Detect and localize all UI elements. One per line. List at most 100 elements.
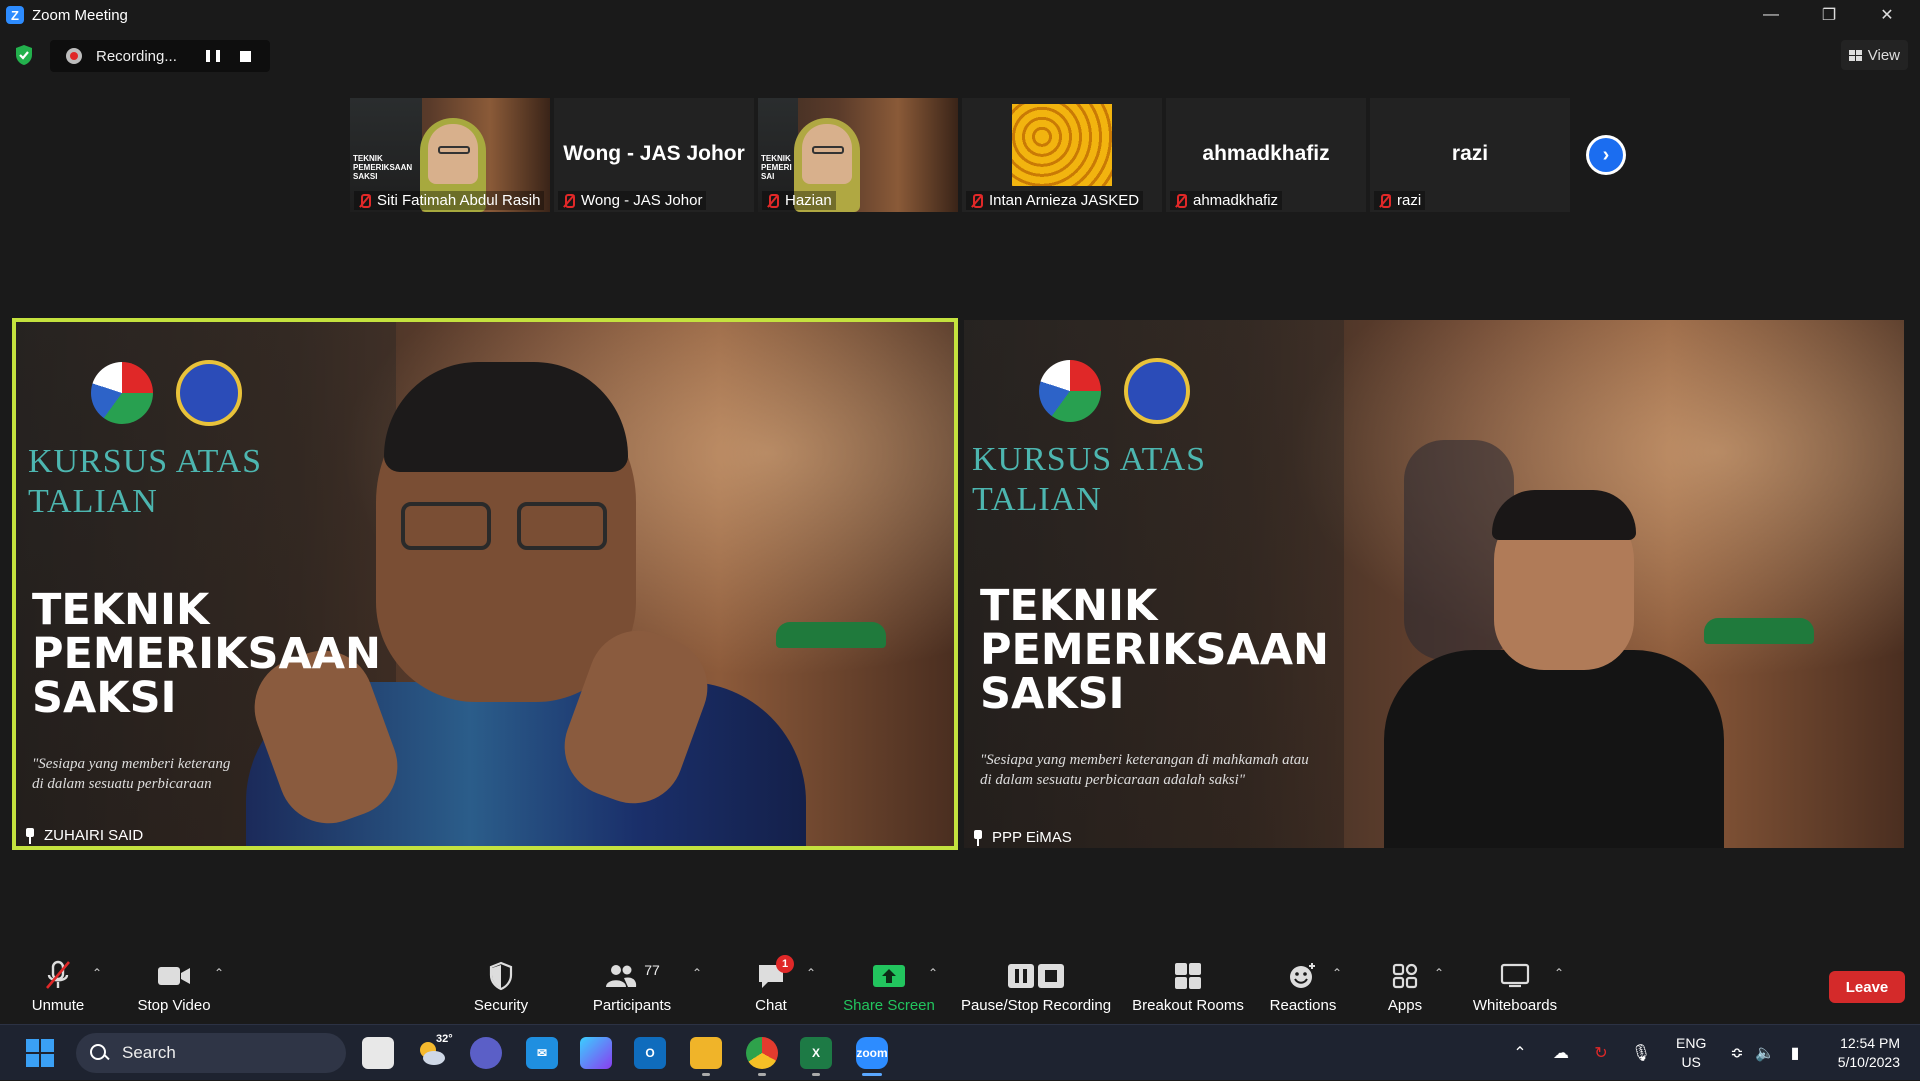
participant-name-label: Hazian xyxy=(762,191,836,210)
mic-muted-icon xyxy=(968,193,984,209)
window-title: Zoom Meeting xyxy=(32,6,128,24)
next-page-button[interactable]: › xyxy=(1586,135,1626,175)
excel-icon[interactable]: X xyxy=(800,1037,832,1069)
apps-button[interactable]: Apps xyxy=(1384,952,1426,1016)
mic-muted-icon xyxy=(560,193,576,209)
folder-icon[interactable] xyxy=(690,1037,722,1069)
participant-tile[interactable]: ahmadkhafiz ahmadkhafiz xyxy=(1166,98,1366,212)
chat-button[interactable]: 1 Chat xyxy=(748,952,794,1016)
volume-icon[interactable]: 🔈 xyxy=(1752,1025,1778,1081)
whiteboards-button[interactable]: Whiteboards xyxy=(1470,952,1560,1016)
participant-tile[interactable]: TEKNIK PEMERIKSAAN SAKSI Siti Fatimah Abdu… xyxy=(350,98,550,212)
participant-name: ZUHAIRI SAID xyxy=(44,827,144,844)
weather-temperature: 32° xyxy=(436,1033,453,1045)
pause-stop-recording-button[interactable]: Pause/Stop Recording xyxy=(961,952,1111,1016)
participants-count: 77 xyxy=(644,962,660,978)
stop-recording-icon[interactable] xyxy=(240,50,251,62)
restore-icon[interactable]: ❐ xyxy=(1800,0,1858,30)
main-video-active-speaker[interactable]: KURSUS ATAS TALIAN TEKNIK PEMERIKSAAN SAKSI… xyxy=(12,318,958,850)
audio-options-chevron-icon[interactable]: ⌃ xyxy=(92,966,104,980)
stop-video-button[interactable]: Stop Video xyxy=(134,952,214,1016)
battery-icon[interactable]: ▮ xyxy=(1782,1025,1808,1081)
participant-display-name: Wong - JAS Johor xyxy=(563,142,745,165)
eimas-logo xyxy=(1124,358,1190,424)
participant-name-label: PPP EiMAS xyxy=(972,829,1072,846)
breakout-rooms-button[interactable]: Breakout Rooms xyxy=(1132,952,1244,1016)
zoom-icon[interactable]: zoom xyxy=(856,1037,888,1069)
wifi-icon[interactable]: ≎ xyxy=(1724,1025,1750,1081)
participant-name: Siti Fatimah Abdul Rasih xyxy=(377,192,541,209)
participant-tile[interactable]: Intan Arnieza JASKED xyxy=(962,98,1162,212)
onedrive-icon[interactable]: ☁ xyxy=(1548,1025,1574,1081)
reactions-button[interactable]: Reactions xyxy=(1270,952,1336,1016)
apps-label: Apps xyxy=(1387,997,1423,1014)
share-screen-button[interactable]: Share Screen xyxy=(842,952,936,1016)
weather-icon[interactable]: 32° xyxy=(416,1033,453,1069)
share-options-chevron-icon[interactable]: ⌃ xyxy=(928,966,940,980)
participant-shirt xyxy=(1384,650,1724,848)
minimize-icon[interactable]: — xyxy=(1742,0,1800,30)
participant-name-label: Siti Fatimah Abdul Rasih xyxy=(354,191,545,210)
speaker-glasses xyxy=(401,502,611,552)
clock-date: 5/10/2023 xyxy=(1837,1054,1900,1070)
apps-options-chevron-icon[interactable]: ⌃ xyxy=(1434,966,1446,980)
whiteboards-options-chevron-icon[interactable]: ⌃ xyxy=(1554,966,1566,980)
participant-name-label: razi xyxy=(1374,191,1426,210)
system-clock[interactable]: 12:54 PM 5/10/2023 xyxy=(1838,1034,1900,1072)
participant-face xyxy=(802,124,852,184)
security-button[interactable]: Security xyxy=(468,952,534,1016)
whiteboard-icon xyxy=(1500,959,1530,993)
green-lamp xyxy=(1704,618,1814,644)
taskbar-search[interactable]: Search xyxy=(76,1033,346,1073)
main-video[interactable]: KURSUS ATAS TALIAN TEKNIK PEMERIKSAAN SAKSI… xyxy=(964,320,1904,848)
zoom-app-icon: Z xyxy=(6,6,24,24)
participant-name-label: ahmadkhafiz xyxy=(1170,191,1283,210)
pin-icon xyxy=(24,827,36,844)
mic-muted-icon xyxy=(1376,193,1392,209)
mail-icon[interactable]: ✉ xyxy=(526,1037,558,1069)
language-indicator[interactable]: ENG US xyxy=(1676,1034,1706,1072)
participant-tile[interactable]: TEKNIK PEMERI SAI Hazian xyxy=(758,98,958,212)
video-options-chevron-icon[interactable]: ⌃ xyxy=(214,966,226,980)
copilot-icon[interactable] xyxy=(580,1037,612,1069)
sync-icon[interactable]: ↻ xyxy=(1588,1025,1614,1081)
security-shield-icon[interactable] xyxy=(14,44,34,66)
task-view-icon[interactable] xyxy=(362,1037,394,1069)
share-screen-label: Share Screen xyxy=(843,997,935,1014)
show-hidden-icons-chevron-icon[interactable]: ⌃ xyxy=(1508,1025,1532,1081)
share-screen-icon xyxy=(872,959,906,993)
meeting-top-bar: Recording... View xyxy=(0,30,1920,78)
reactions-options-chevron-icon[interactable]: ⌃ xyxy=(1332,966,1344,980)
recording-indicator: Recording... xyxy=(50,40,270,72)
view-button[interactable]: View xyxy=(1840,40,1908,70)
teams-icon[interactable] xyxy=(470,1037,502,1069)
chat-options-chevron-icon[interactable]: ⌃ xyxy=(806,966,818,980)
unmute-button[interactable]: Unmute xyxy=(22,952,94,1016)
running-indicator xyxy=(758,1073,766,1076)
chat-bubble-icon: 1 xyxy=(756,955,794,993)
close-icon[interactable]: ✕ xyxy=(1858,0,1916,30)
participant-face xyxy=(428,124,478,184)
slide-quote: "Sesiapa yang memberi keterang di dalam s… xyxy=(32,756,231,792)
region-code: US xyxy=(1681,1054,1701,1070)
mic-muted-icon xyxy=(1172,193,1188,209)
grid-view-icon xyxy=(1848,49,1862,61)
glasses xyxy=(812,146,844,154)
reactions-smiley-icon xyxy=(1288,959,1318,993)
security-shield-icon xyxy=(488,959,514,993)
outlook-icon[interactable]: O xyxy=(634,1037,666,1069)
chevron-right-icon: › xyxy=(1589,138,1623,172)
chrome-icon[interactable] xyxy=(746,1037,778,1069)
mic-muted-icon xyxy=(356,193,372,209)
participant-display-name: razi xyxy=(1451,142,1489,165)
participant-tile[interactable]: Wong - JAS Johor Wong - JAS Johor xyxy=(554,98,754,212)
microphone-icon[interactable]: 🎙 xyxy=(1628,1025,1654,1081)
participant-tile[interactable]: razi razi xyxy=(1370,98,1570,212)
windows-start-icon[interactable] xyxy=(26,1039,54,1067)
green-lamp xyxy=(776,622,886,648)
participants-button[interactable]: 77 Participants xyxy=(590,952,674,1016)
leave-button[interactable]: Leave xyxy=(1829,971,1905,1003)
participants-options-chevron-icon[interactable]: ⌃ xyxy=(692,966,704,980)
windows-taskbar: Search 32° ✉ O X zoom ⌃ ☁ ↻ 🎙 ENG US ≎ 🔈… xyxy=(0,1024,1920,1080)
pause-recording-icon[interactable] xyxy=(206,50,220,62)
